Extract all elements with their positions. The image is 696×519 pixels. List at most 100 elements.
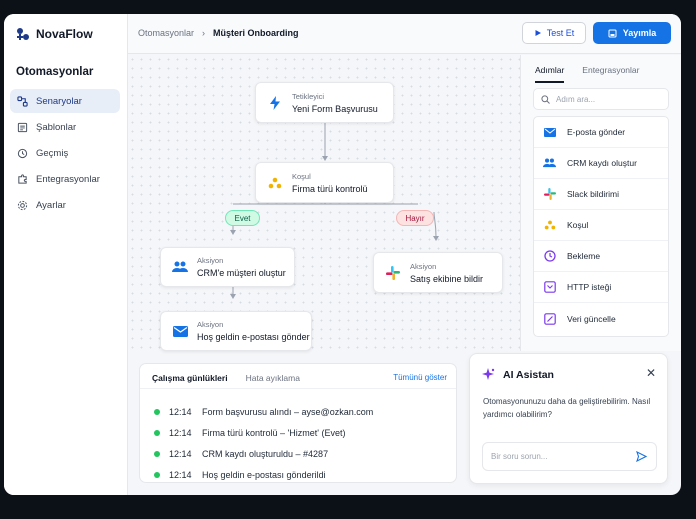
clock-icon	[543, 250, 556, 263]
node-title: Yeni Form Başvurusu	[292, 103, 378, 114]
sidebar-item-senaryolar[interactable]: Senaryolar	[10, 89, 120, 113]
flow-canvas[interactable]: Tetikleyici Yeni Form Başvurusu Koşul Firm…	[128, 55, 520, 351]
logs-divider	[140, 388, 456, 389]
step-label: CRM kaydı oluştur	[567, 158, 637, 168]
sidebar-item-label: Şablonlar	[36, 121, 77, 133]
breadcrumb: Otomasyonlar › Müşteri Onboarding	[138, 28, 299, 38]
log-row: 12:14 CRM kaydı oluşturuldu – #4287	[154, 449, 328, 459]
node-kind: Koşul	[292, 171, 311, 181]
slack-icon	[543, 188, 556, 201]
step-item-http[interactable]: HTTP isteği	[534, 272, 668, 303]
step-item-slack[interactable]: Slack bildirimi	[534, 179, 668, 210]
tab-debug[interactable]: Hata ayıklama	[246, 373, 300, 383]
tab-steps[interactable]: Adımlar	[535, 65, 565, 83]
step-item-condition[interactable]: Koşul	[534, 210, 668, 241]
node-title: CRM'e müşteri oluştur	[197, 268, 286, 278]
logs-tabs: Çalışma günlükleri Hata ayıklama	[152, 373, 300, 383]
gear-icon	[17, 200, 28, 210]
puzzle-icon	[18, 173, 27, 184]
step-item-update[interactable]: Veri güncelle	[534, 303, 668, 334]
sidebar-item-sablonlar[interactable]: Şablonlar	[10, 115, 120, 139]
arrow-condition	[322, 156, 328, 161]
log-text: CRM kaydı oluşturuldu – #4287	[202, 449, 329, 459]
log-time: 12:14	[169, 449, 192, 459]
log-text: Firma türü kontrolü – 'Hizmet' (Evet)	[202, 428, 346, 438]
node-title: Satış ekibine bildir	[410, 273, 484, 284]
branch-yes-badge: Evet	[225, 210, 260, 226]
sidebar-item-entegrasyonlar[interactable]: Entegrasyonlar	[10, 167, 120, 191]
step-item-email[interactable]: E-posta gönder	[534, 117, 668, 148]
ai-header: AI Asistan	[482, 368, 554, 381]
trigger-node[interactable]: Tetikleyici Yeni Form Başvurusu	[255, 82, 394, 123]
step-item-wait[interactable]: Bekleme	[534, 241, 668, 272]
condition-node[interactable]: Koşul Firma türü kontrolü	[255, 162, 394, 203]
sidebar-item-label: Ayarlar	[36, 199, 66, 211]
breadcrumb-current: Müşteri Onboarding	[213, 28, 299, 38]
users-icon	[543, 157, 556, 170]
edit-icon	[543, 312, 556, 325]
step-label: E-posta gönder	[567, 127, 626, 137]
node-kind: Tetikleyici	[292, 91, 325, 101]
novaflow-logo-icon	[17, 28, 29, 40]
sparkle-icon	[482, 368, 495, 380]
condition-icon	[543, 219, 556, 232]
sidebar-item-ayarlar[interactable]: Ayarlar	[10, 193, 120, 217]
log-row: 12:14 Hoş geldin e-postası gönderildi	[154, 470, 326, 480]
log-time: 12:14	[169, 407, 192, 417]
app-window: NovaFlow Otomasyonlar Senaryolar Şablonl…	[4, 14, 681, 495]
step-label: HTTP isteği	[567, 282, 612, 292]
success-dot-icon	[154, 430, 160, 436]
ai-question-input[interactable]: Bir soru sorun...	[482, 442, 657, 471]
step-item-crm[interactable]: CRM kaydı oluştur	[534, 148, 668, 179]
sidebar-nav: Senaryolar Şablonlar Geçmiş Entegrasyonl…	[10, 89, 120, 219]
lightning-icon	[267, 95, 283, 111]
sidebar-item-label: Geçmiş	[36, 147, 69, 159]
email-action-node[interactable]: Aksiyon Hoş geldin e-postası gönder	[160, 311, 312, 351]
app-logo[interactable]: NovaFlow	[16, 27, 93, 41]
breadcrumb-parent[interactable]: Otomasyonlar	[138, 28, 194, 38]
save-icon	[608, 29, 617, 37]
publish-button-label: Yayımla	[622, 28, 657, 38]
steps-list: E-posta gönder CRM kaydı oluştur Slack b…	[533, 116, 669, 337]
log-time: 12:14	[169, 428, 192, 438]
condition-icon	[267, 175, 283, 191]
success-dot-icon	[154, 472, 160, 478]
steps-tabs: Adımlar Entegrasyonlar	[535, 65, 639, 83]
step-label: Koşul	[567, 220, 589, 230]
sidebar: NovaFlow Otomasyonlar Senaryolar Şablonl…	[4, 14, 128, 495]
test-button[interactable]: Test Et	[522, 22, 586, 44]
search-icon	[541, 94, 550, 104]
node-title: Firma türü kontrolü	[292, 183, 368, 194]
mail-icon	[543, 126, 556, 139]
node-kind: Aksiyon	[197, 320, 224, 329]
send-icon[interactable]	[636, 451, 647, 462]
ai-message: Otomasyonunuzu daha da geliştirebilirim.…	[483, 397, 651, 419]
success-dot-icon	[154, 451, 160, 457]
tab-run-logs[interactable]: Çalışma günlükleri	[152, 373, 228, 383]
publish-button[interactable]: Yayımla	[593, 22, 671, 44]
slack-action-node[interactable]: Aksiyon Satış ekibine bildir	[373, 252, 503, 293]
sidebar-item-gecmis[interactable]: Geçmiş	[10, 141, 120, 165]
close-icon[interactable]: ✕	[646, 366, 656, 380]
branch-no-badge: Hayır	[396, 210, 434, 226]
logs-panel: Çalışma günlükleri Hata ayıklama Tümünü …	[139, 363, 457, 483]
sidebar-title: Otomasyonlar	[16, 66, 94, 78]
log-time: 12:14	[169, 470, 192, 480]
arrow-crm	[230, 230, 236, 235]
show-all-link[interactable]: Tümünü göster	[393, 373, 447, 382]
ai-assistant-card: AI Asistan ✕ Otomasyonunuzu daha da geli…	[469, 353, 668, 484]
step-search-input[interactable]: Adım ara...	[533, 88, 669, 110]
play-icon	[535, 30, 541, 36]
log-text: Form başvurusu alındı – ayse@ozkan.com	[202, 407, 374, 417]
log-row: 12:14 Form başvurusu alındı – ayse@ozkan.…	[154, 407, 373, 417]
test-button-label: Test Et	[546, 28, 575, 38]
step-label: Slack bildirimi	[567, 189, 619, 199]
tab-integrations[interactable]: Entegrasyonlar	[582, 65, 639, 83]
step-label: Bekleme	[567, 251, 601, 261]
topbar: Otomasyonlar › Müşteri Onboarding Test E…	[128, 14, 681, 54]
arrow-slack	[433, 236, 439, 241]
mail-icon	[172, 323, 188, 339]
node-kind: Aksiyon	[410, 261, 437, 271]
crm-action-node[interactable]: Aksiyon CRM'e müşteri oluştur	[160, 247, 295, 287]
breadcrumb-separator: ›	[202, 28, 206, 38]
